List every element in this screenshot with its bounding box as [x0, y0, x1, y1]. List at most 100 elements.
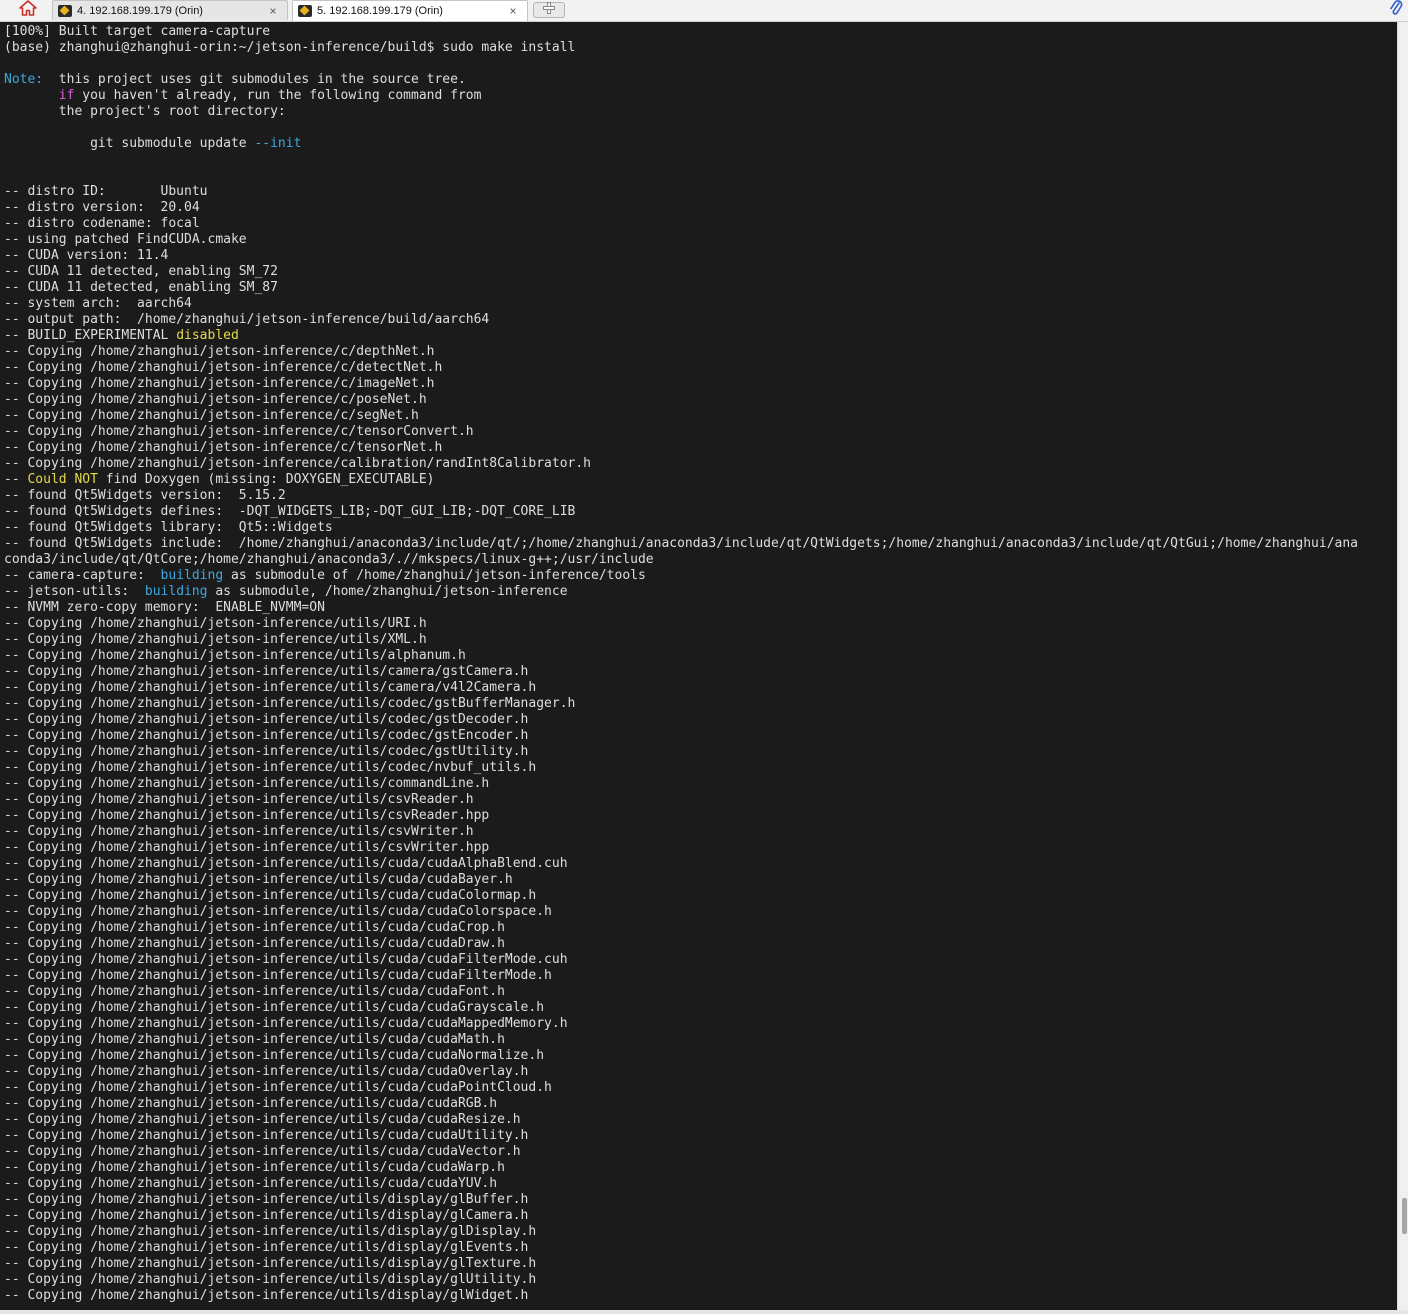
- terminal-line: -- distro ID: Ubuntu: [4, 184, 1397, 200]
- tab-session-5[interactable]: 5. 192.168.199.179 (Orin) ×: [292, 0, 528, 21]
- terminal-text: you haven't already, run the following c…: [74, 88, 482, 103]
- terminal-line: -- Copying /home/zhanghui/jetson-inferen…: [4, 728, 1397, 744]
- terminal-text: -- Copying /home/zhanghui/jetson-inferen…: [4, 440, 443, 455]
- terminal-line: -- Copying /home/zhanghui/jetson-inferen…: [4, 968, 1397, 984]
- terminal-line: -- Copying /home/zhanghui/jetson-inferen…: [4, 1048, 1397, 1064]
- terminal-line: -- Copying /home/zhanghui/jetson-inferen…: [4, 1256, 1397, 1272]
- terminal-line: -- Copying /home/zhanghui/jetson-inferen…: [4, 1144, 1397, 1160]
- terminal-line: -- Copying /home/zhanghui/jetson-inferen…: [4, 776, 1397, 792]
- home-button[interactable]: [8, 0, 48, 21]
- terminal-line: -- NVMM zero-copy memory: ENABLE_NVMM=ON: [4, 600, 1397, 616]
- terminal-text: -- CUDA 11 detected, enabling SM_87: [4, 280, 278, 295]
- attach-button[interactable]: [1388, 0, 1404, 19]
- terminal-text: -- Copying /home/zhanghui/jetson-inferen…: [4, 1160, 505, 1175]
- terminal-line: -- Copying /home/zhanghui/jetson-inferen…: [4, 920, 1397, 936]
- tab-session-4[interactable]: 4. 192.168.199.179 (Orin) ×: [52, 0, 288, 20]
- terminal-line: if you haven't already, run the followin…: [4, 88, 1397, 104]
- terminal-line: -- Copying /home/zhanghui/jetson-inferen…: [4, 376, 1397, 392]
- terminal-text: -- Copying /home/zhanghui/jetson-inferen…: [4, 1144, 521, 1159]
- terminal-line: -- Copying /home/zhanghui/jetson-inferen…: [4, 360, 1397, 376]
- terminal-line: -- Copying /home/zhanghui/jetson-inferen…: [4, 744, 1397, 760]
- terminal-text: -- Copying /home/zhanghui/jetson-inferen…: [4, 1032, 505, 1047]
- terminal-line: -- Copying /home/zhanghui/jetson-inferen…: [4, 888, 1397, 904]
- terminal-text: -- Copying /home/zhanghui/jetson-inferen…: [4, 696, 576, 711]
- terminal-line: -- camera-capture: building as submodule…: [4, 568, 1397, 584]
- terminal-text: --: [4, 472, 28, 487]
- terminal-line: -- Copying /home/zhanghui/jetson-inferen…: [4, 760, 1397, 776]
- terminal-line: -- jetson-utils: building as submodule, …: [4, 584, 1397, 600]
- terminal-line: -- Copying /home/zhanghui/jetson-inferen…: [4, 712, 1397, 728]
- terminal-text: as submodule, /home/zhanghui/jetson-infe…: [207, 584, 568, 599]
- terminal-line: Note: this project uses git submodules i…: [4, 72, 1397, 88]
- terminal-line: -- Copying /home/zhanghui/jetson-inferen…: [4, 440, 1397, 456]
- terminal-line: -- Copying /home/zhanghui/jetson-inferen…: [4, 1208, 1397, 1224]
- terminal-text: -- Copying /home/zhanghui/jetson-inferen…: [4, 1096, 498, 1111]
- terminal-text: -- Copying /home/zhanghui/jetson-inferen…: [4, 936, 505, 951]
- terminal-lines: [100%] Built target camera-capture (base)…: [0, 22, 1397, 1304]
- terminal-scrollbar[interactable]: [1397, 22, 1408, 1310]
- terminal-text: -- Copying /home/zhanghui/jetson-inferen…: [4, 984, 505, 999]
- terminal-text: -- Copying /home/zhanghui/jetson-inferen…: [4, 680, 537, 695]
- terminal-line: -- Copying /home/zhanghui/jetson-inferen…: [4, 1080, 1397, 1096]
- terminal-text: -- Copying /home/zhanghui/jetson-inferen…: [4, 888, 537, 903]
- terminal-text: -- Copying /home/zhanghui/jetson-inferen…: [4, 744, 529, 759]
- terminal-line: -- Copying /home/zhanghui/jetson-inferen…: [4, 680, 1397, 696]
- terminal-text: -- system arch: aarch64: [4, 296, 192, 311]
- terminal-line: -- Copying /home/zhanghui/jetson-inferen…: [4, 856, 1397, 872]
- terminal-text: -- Copying /home/zhanghui/jetson-inferen…: [4, 824, 474, 839]
- terminal-text: -- Copying /home/zhanghui/jetson-inferen…: [4, 424, 474, 439]
- terminal-text: --init: [254, 136, 302, 151]
- terminal-line: (base) zhanghui@zhanghui-orin:~/jetson-i…: [4, 40, 1397, 56]
- terminal-text: -- using patched FindCUDA.cmake: [4, 232, 247, 247]
- terminal-text: -- Copying /home/zhanghui/jetson-inferen…: [4, 1240, 529, 1255]
- terminal-line: -- Could NOT find Doxygen (missing: DOXY…: [4, 472, 1397, 488]
- terminal-line: -- Copying /home/zhanghui/jetson-inferen…: [4, 824, 1397, 840]
- scrollbar-thumb[interactable]: [1402, 1198, 1407, 1234]
- terminal-text: -- found Qt5Widgets version: 5.15.2: [4, 488, 286, 503]
- terminal-text: -- Copying /home/zhanghui/jetson-inferen…: [4, 456, 591, 471]
- terminal-text: -- Copying /home/zhanghui/jetson-inferen…: [4, 1048, 545, 1063]
- terminal-line: -- found Qt5Widgets defines: -DQT_WIDGET…: [4, 504, 1397, 520]
- terminal-text: Could NOT: [27, 472, 98, 487]
- terminal-line: -- Copying /home/zhanghui/jetson-inferen…: [4, 1192, 1397, 1208]
- terminal-output[interactable]: [100%] Built target camera-capture (base)…: [0, 22, 1397, 1310]
- terminal-line: -- Copying /home/zhanghui/jetson-inferen…: [4, 1224, 1397, 1240]
- terminal-text: -- Copying /home/zhanghui/jetson-inferen…: [4, 392, 427, 407]
- terminal-text: -- Copying /home/zhanghui/jetson-inferen…: [4, 952, 568, 967]
- terminal-text: -- Copying /home/zhanghui/jetson-inferen…: [4, 632, 427, 647]
- terminal-text: -- found Qt5Widgets defines: -DQT_WIDGET…: [4, 504, 576, 519]
- terminal-line: -- Copying /home/zhanghui/jetson-inferen…: [4, 936, 1397, 952]
- terminal-line: -- distro version: 20.04: [4, 200, 1397, 216]
- terminal-line: -- Copying /home/zhanghui/jetson-inferen…: [4, 792, 1397, 808]
- terminal-line: -- distro codename: focal: [4, 216, 1397, 232]
- terminal-text: -- Copying /home/zhanghui/jetson-inferen…: [4, 1224, 537, 1239]
- terminal-text: -- Copying /home/zhanghui/jetson-inferen…: [4, 728, 529, 743]
- terminal-line: -- Copying /home/zhanghui/jetson-inferen…: [4, 1176, 1397, 1192]
- close-tab-button[interactable]: ×: [265, 4, 281, 18]
- terminal-text: -- jetson-utils:: [4, 584, 145, 599]
- terminal-text: -- Copying /home/zhanghui/jetson-inferen…: [4, 1112, 521, 1127]
- terminal-text: -- Copying /home/zhanghui/jetson-inferen…: [4, 1192, 529, 1207]
- terminal-line: -- Copying /home/zhanghui/jetson-inferen…: [4, 664, 1397, 680]
- terminal-text: -- output path: /home/zhanghui/jetson-in…: [4, 312, 490, 327]
- tab-bar: 4. 192.168.199.179 (Orin) × 5. 192.168.1…: [0, 0, 1408, 22]
- terminal-text: -- distro ID: Ubuntu: [4, 184, 208, 199]
- new-tab-button[interactable]: [533, 2, 565, 18]
- terminal-text: -- Copying /home/zhanghui/jetson-inferen…: [4, 776, 490, 791]
- terminal-text: -- Copying /home/zhanghui/jetson-inferen…: [4, 1256, 537, 1271]
- add-tab-icon: [543, 1, 555, 19]
- terminal-text: git submodule update: [4, 136, 255, 151]
- terminal-line: -- Copying /home/zhanghui/jetson-inferen…: [4, 392, 1397, 408]
- close-tab-button[interactable]: ×: [505, 4, 521, 18]
- terminal-line: -- Copying /home/zhanghui/jetson-inferen…: [4, 1272, 1397, 1288]
- terminal-text: if: [58, 88, 75, 103]
- terminal-text: [100%] Built target camera-capture: [4, 24, 271, 39]
- terminal-line: -- Copying /home/zhanghui/jetson-inferen…: [4, 424, 1397, 440]
- terminal-line: -- Copying /home/zhanghui/jetson-inferen…: [4, 1112, 1397, 1128]
- terminal-line: -- Copying /home/zhanghui/jetson-inferen…: [4, 1016, 1397, 1032]
- terminal-line: -- Copying /home/zhanghui/jetson-inferen…: [4, 1288, 1397, 1304]
